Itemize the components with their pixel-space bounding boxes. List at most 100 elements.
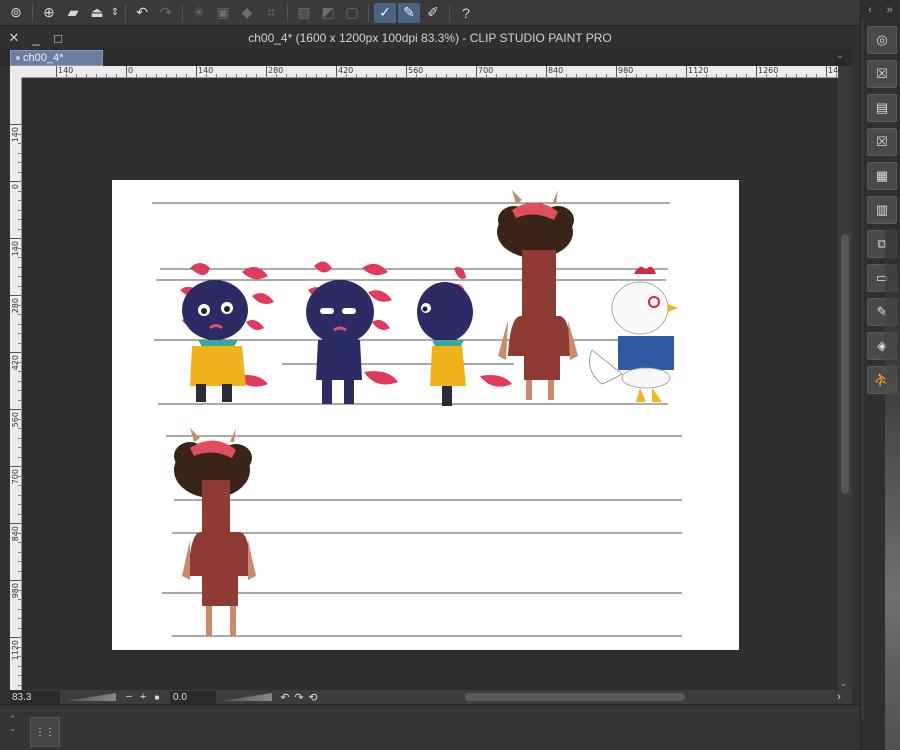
alpaca-front xyxy=(174,428,256,636)
material-icon[interactable]: ▦ xyxy=(867,162,897,190)
app-logo-icon[interactable]: ⊚ xyxy=(5,3,27,23)
canvas-workarea[interactable] xyxy=(22,78,838,690)
ruler-tick xyxy=(266,66,267,77)
panel-toggle-button[interactable]: ⋮⋮ xyxy=(30,717,60,747)
layer-icon[interactable]: ☒ xyxy=(867,128,897,156)
ruler-minor-tick xyxy=(796,74,797,77)
ruler-minor-tick xyxy=(736,74,737,77)
hatch-icon[interactable]: ▧ xyxy=(293,3,315,23)
crop-icon[interactable]: ⌗ xyxy=(260,3,282,23)
ruler-tick xyxy=(616,66,617,77)
ruler-minor-tick xyxy=(18,209,21,211)
status-bar: 83.3 − + ■ 0.0 ↶ ↷ ⟲ › xyxy=(10,690,852,704)
tool-property-icon[interactable]: ▤ xyxy=(867,94,897,122)
separator xyxy=(125,3,126,22)
ruler-minor-tick xyxy=(18,190,21,192)
ruler-tick xyxy=(406,66,407,77)
ruler-minor-tick xyxy=(136,74,137,77)
vertical-scrollbar[interactable]: ⌄ xyxy=(838,66,852,690)
save-icon[interactable]: ⏏ xyxy=(86,3,108,23)
dock-scrollbar[interactable] xyxy=(861,20,864,720)
layer-property-icon[interactable]: ☒ xyxy=(867,60,897,88)
chevron-updown-icon[interactable]: ⇕ xyxy=(110,3,120,23)
ruler-tick xyxy=(546,66,547,77)
ruler-minor-tick xyxy=(486,74,487,77)
ruler-minor-tick xyxy=(106,74,107,77)
ruler-label: 980 xyxy=(11,583,20,599)
ruler-minor-tick xyxy=(18,361,21,363)
vertical-scroll-thumb[interactable] xyxy=(841,234,849,494)
horizontal-scroll-thumb[interactable] xyxy=(465,693,685,701)
rooster xyxy=(589,266,678,402)
frame-icon[interactable]: ▢ xyxy=(341,3,363,23)
rotation-slider[interactable] xyxy=(222,693,272,701)
alpaca-back xyxy=(497,190,578,400)
reset-rotation-button[interactable]: ⟲ xyxy=(306,691,320,704)
ruler-minor-tick xyxy=(18,228,21,230)
collapse-arrows-icon[interactable]: ⌃ ⌄ xyxy=(9,715,17,733)
ruler-minor-tick xyxy=(776,74,777,77)
pen-icon[interactable]: ✓ xyxy=(374,2,396,23)
axolotl-yellow-coat xyxy=(180,263,274,402)
fill-icon[interactable]: ◆ xyxy=(236,3,258,23)
ruler-minor-tick xyxy=(296,74,297,77)
fit-button[interactable]: ■ xyxy=(150,693,164,702)
dock-expand-icon[interactable]: » xyxy=(887,4,893,16)
ruler-minor-tick xyxy=(426,74,427,77)
ruler-tick xyxy=(10,409,21,410)
ruler-corner xyxy=(10,66,22,78)
grid-icon[interactable]: ◩ xyxy=(317,3,339,23)
ruler-label: 420 xyxy=(11,355,20,371)
ruler-minor-tick xyxy=(806,74,807,77)
ruler-minor-tick xyxy=(656,74,657,77)
ruler-minor-tick xyxy=(526,74,527,77)
ruler-minor-tick xyxy=(376,74,377,77)
separator xyxy=(449,3,450,22)
rotation-angle-field[interactable]: 0.0 xyxy=(170,690,216,704)
rotate-left-button[interactable]: ↶ xyxy=(278,691,292,704)
chevron-down-icon[interactable]: ⌄ xyxy=(836,50,844,61)
ruler-minor-tick xyxy=(556,74,557,77)
dock-left-arrow-icon[interactable]: ‹ xyxy=(868,4,872,16)
ruler-label: 0 xyxy=(128,66,134,75)
ruler-minor-tick xyxy=(286,74,287,77)
ruler-minor-tick xyxy=(536,74,537,77)
ruler-minor-tick xyxy=(276,74,277,77)
eraser-icon[interactable]: ✐ xyxy=(422,3,444,23)
ruler-minor-tick xyxy=(18,143,21,144)
sparkle-icon[interactable]: ✳ xyxy=(188,3,210,23)
ruler-minor-tick xyxy=(226,74,227,77)
redo-icon[interactable]: ↷ xyxy=(155,3,177,23)
ruler-minor-tick xyxy=(206,74,207,77)
sub-tool-icon[interactable]: ▥ xyxy=(867,196,897,224)
ruler-minor-tick xyxy=(18,390,21,391)
zoom-in-button[interactable]: + xyxy=(136,691,150,703)
navigator-icon[interactable]: ◎ xyxy=(867,26,897,54)
ruler-minor-tick xyxy=(18,646,21,648)
drawing-canvas[interactable] xyxy=(112,180,739,650)
help-icon[interactable]: ? xyxy=(455,3,477,23)
zoom-slider[interactable] xyxy=(66,693,116,701)
ruler-minor-tick xyxy=(18,162,21,163)
ruler-minor-tick xyxy=(116,74,117,77)
ruler-minor-tick xyxy=(18,542,21,543)
zoom-value-field[interactable]: 83.3 xyxy=(10,690,60,704)
undo-icon[interactable]: ↶ xyxy=(131,3,153,23)
ruler-tick xyxy=(56,66,57,77)
ruler-tick xyxy=(10,637,21,638)
window-title: ch00_4* (1600 x 1200px 100dpi 83.3%) - C… xyxy=(248,31,612,45)
ruler-minor-tick xyxy=(18,333,21,334)
zoom-out-button[interactable]: − xyxy=(122,691,136,703)
ruler-minor-tick xyxy=(18,152,21,154)
scroll-right-icon[interactable]: › xyxy=(832,691,846,703)
brush-icon[interactable]: ✎ xyxy=(398,2,420,23)
new-file-icon[interactable]: ⊕ xyxy=(38,3,60,23)
ruler-minor-tick xyxy=(18,475,21,477)
transform-icon[interactable]: ▣ xyxy=(212,3,234,23)
ruler-minor-tick xyxy=(356,74,357,77)
tab-ch00-4[interactable]: ch00_4* xyxy=(10,50,103,66)
ruler-minor-tick xyxy=(706,74,707,77)
scroll-down-icon[interactable]: ⌄ xyxy=(840,679,847,688)
rotate-right-button[interactable]: ↷ xyxy=(292,691,306,704)
open-folder-icon[interactable]: ▰ xyxy=(62,3,84,23)
